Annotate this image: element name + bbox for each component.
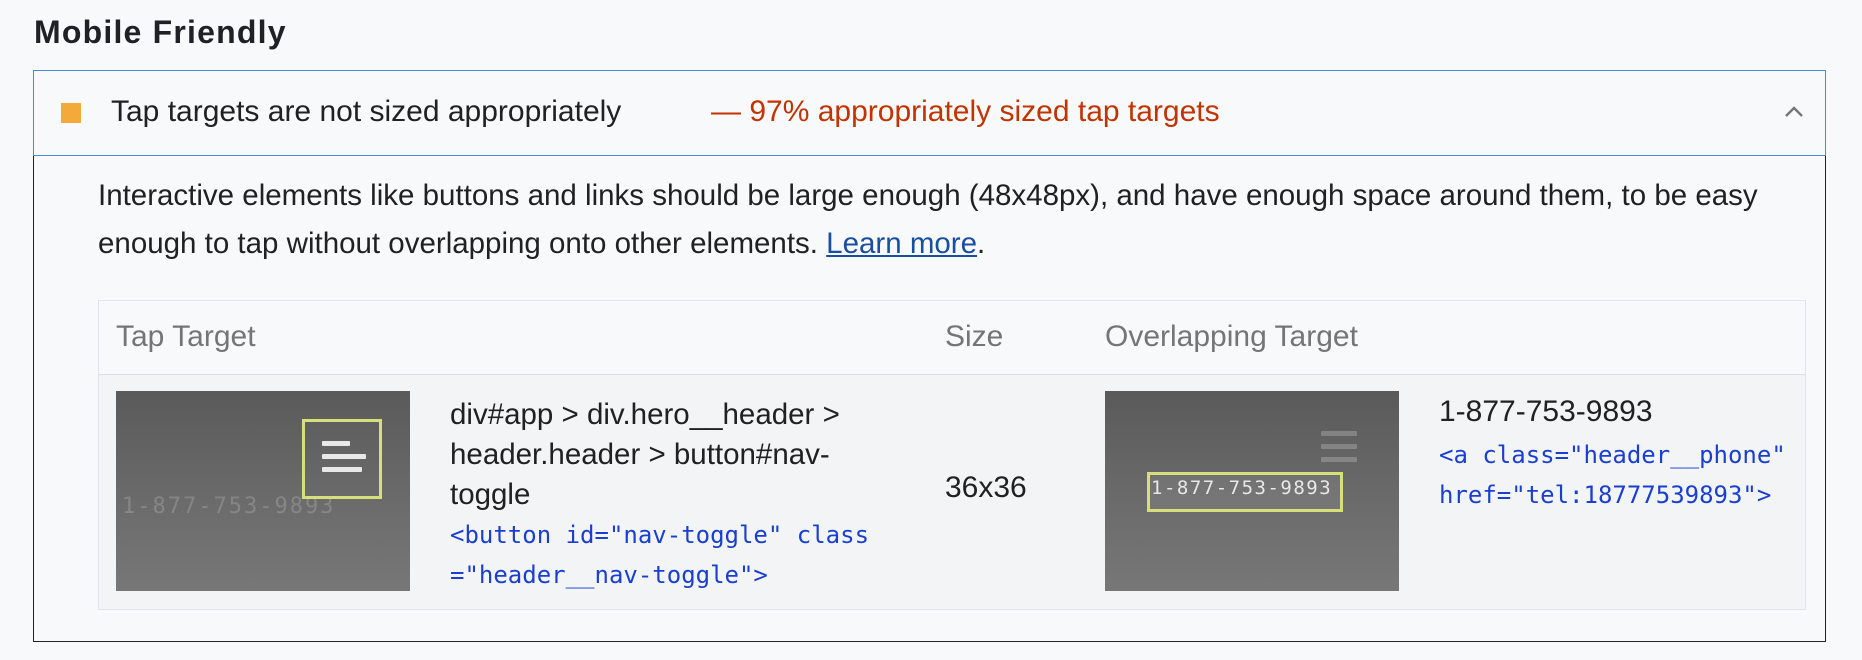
warning-status-icon <box>61 103 81 123</box>
header-overlapping-target: Overlapping Target <box>1105 320 1358 353</box>
header-tap-target: Tap Target <box>116 320 256 353</box>
overlapping-target-label: 1-877-753-9893 <box>1439 395 1653 428</box>
overlapping-target-snippet: <a class="header__phone" href="tel:18777… <box>1439 441 1786 509</box>
tap-target-snippet: <button id="nav-toggle" class="header__n… <box>450 521 870 589</box>
description-period: . <box>977 227 986 260</box>
audit-description: Interactive elements like buttons and li… <box>98 172 1798 268</box>
table-header: Tap Target Size Overlapping Target <box>99 301 1805 375</box>
learn-more-link[interactable]: Learn more <box>826 227 977 260</box>
chevron-up-icon[interactable] <box>1783 101 1805 123</box>
thumb-phone-text: 1-877-753-9893 <box>1151 477 1333 499</box>
tap-target-screenshot: 1-877-753-9893 <box>116 391 410 591</box>
audit-header-toggle[interactable]: Tap targets are not sized appropriately … <box>33 70 1826 156</box>
overlapping-target-screenshot: 1-877-753-9893 <box>1105 391 1399 591</box>
section-title: Mobile Friendly <box>34 14 287 50</box>
highlight-box <box>302 419 382 499</box>
audit-title: Tap targets are not sized appropriately <box>111 95 622 128</box>
tap-target-size: 36x36 <box>945 471 1027 504</box>
audit-display-value: — 97% appropriately sized tap targets <box>711 95 1220 128</box>
tap-target-table: Tap Target Size Overlapping Target 1-877… <box>98 300 1806 610</box>
tap-target-node-path: div#app > div.hero__header > header.head… <box>450 398 840 511</box>
header-size: Size <box>945 320 1004 353</box>
